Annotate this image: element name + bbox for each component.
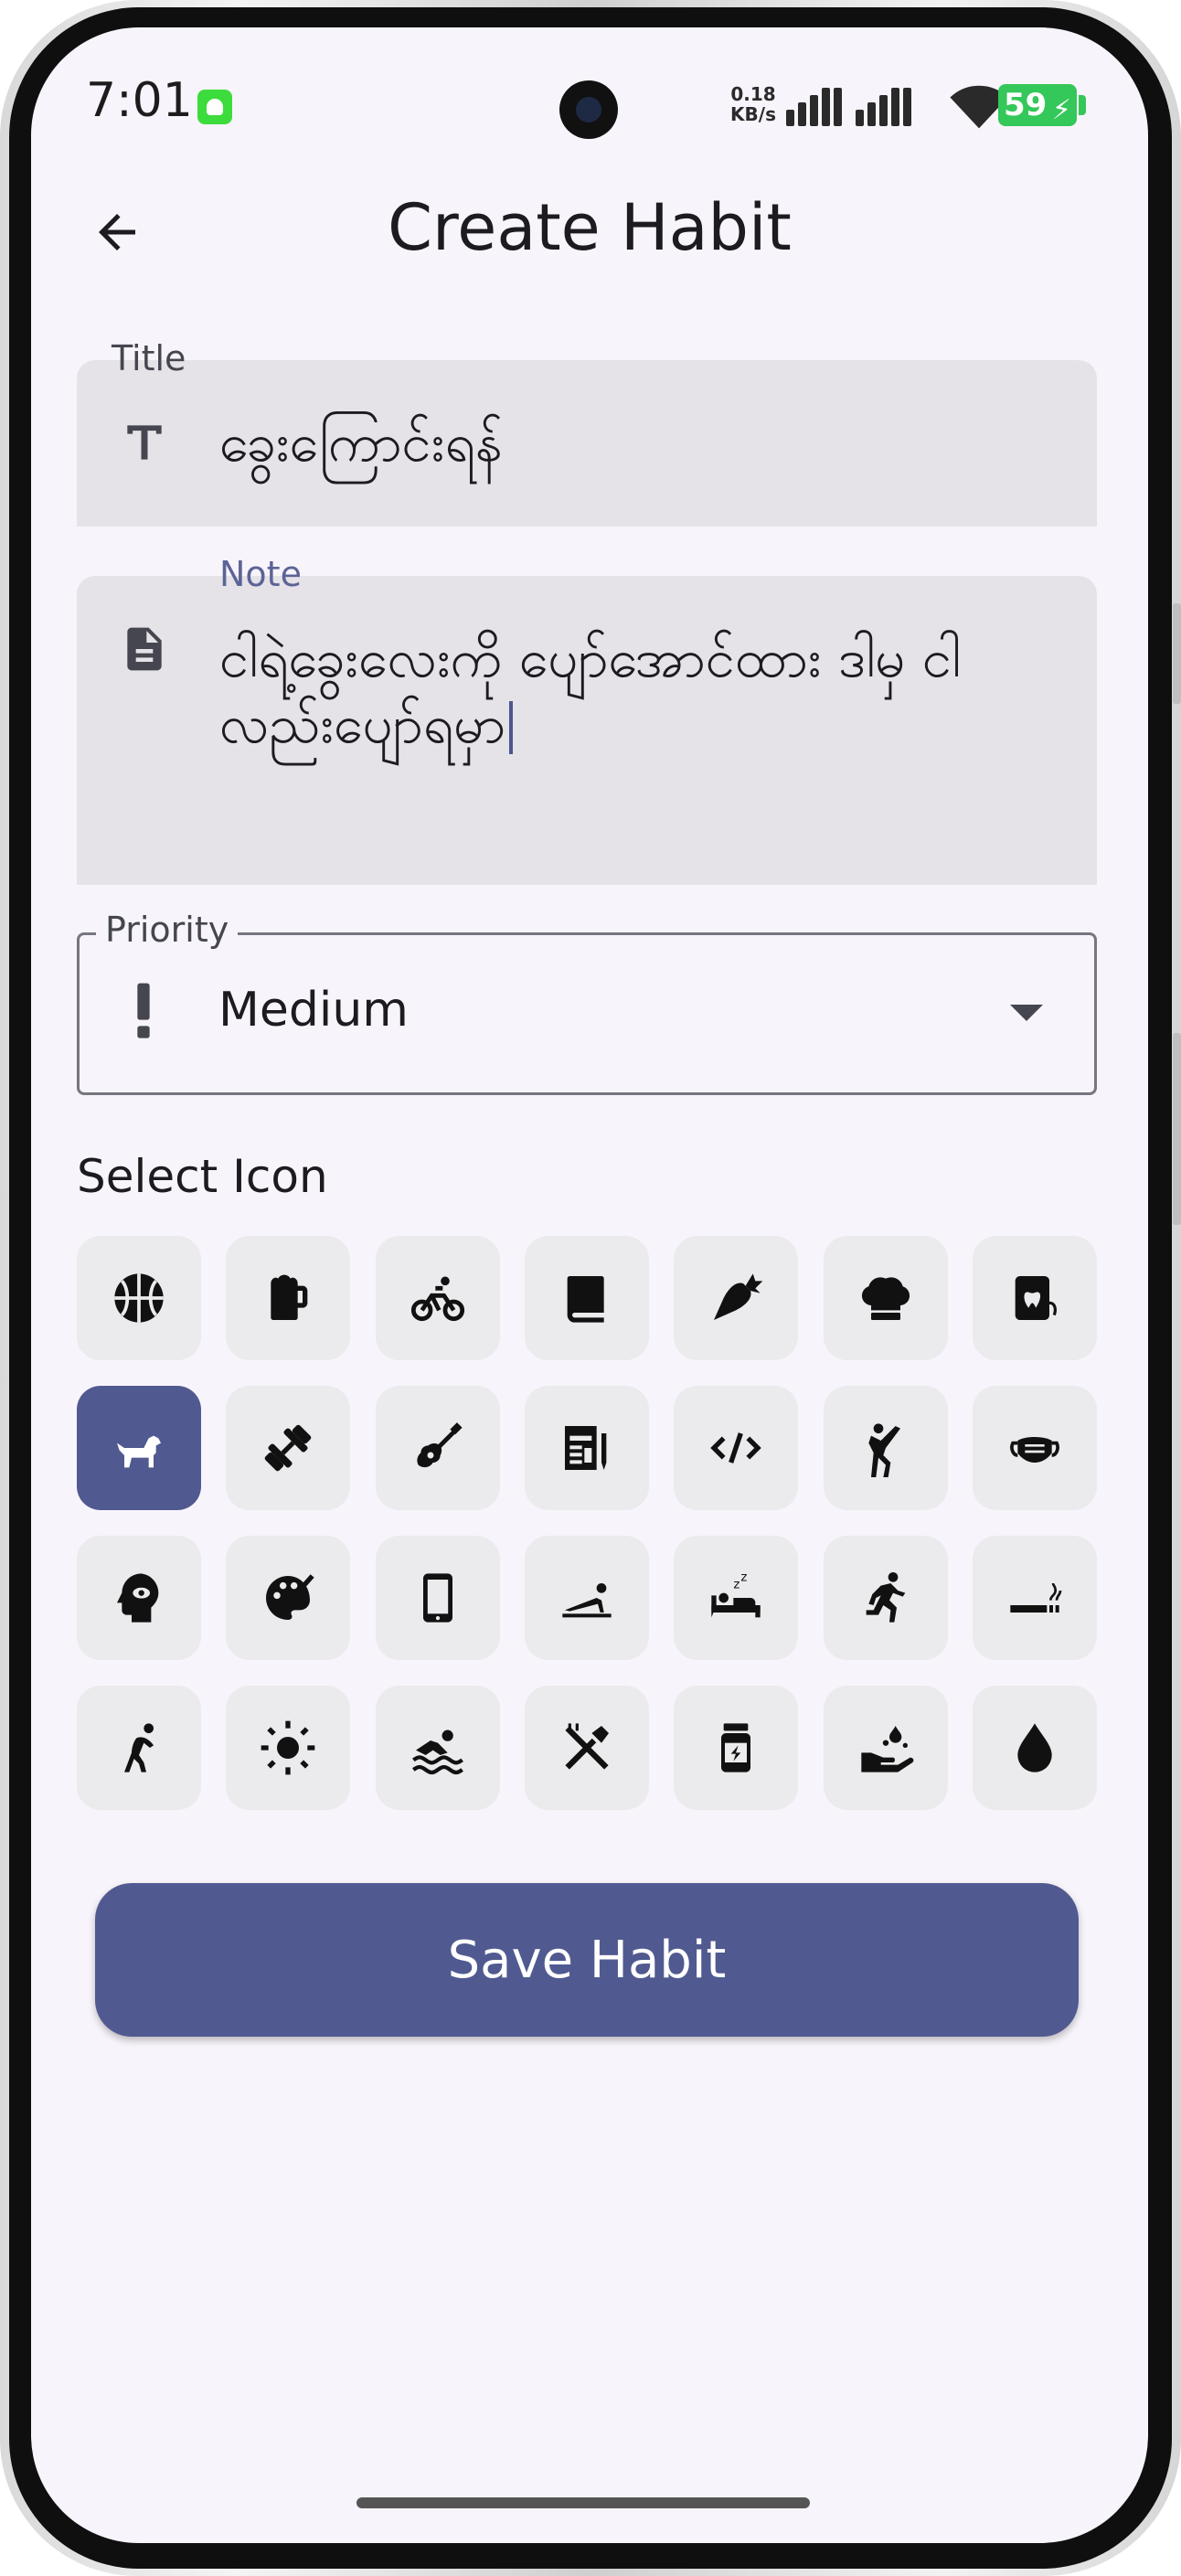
text-cursor [509, 700, 514, 754]
power-button [1173, 1033, 1181, 1225]
chef-hat-icon [861, 1277, 910, 1320]
icon-grid: zz [77, 1236, 1097, 1810]
icon-option-sun[interactable] [226, 1686, 351, 1810]
icon-option-karate[interactable] [823, 1386, 948, 1510]
icon-option-carrot[interactable] [674, 1236, 799, 1360]
app-screen: 7:01 0.18 KB/s 59 ⚡ Create Habit Title ခ… [31, 27, 1148, 2543]
icon-option-beer[interactable] [226, 1236, 351, 1360]
brush-teeth-icon [565, 1723, 609, 1770]
title-label: Title [112, 338, 186, 378]
note-label: Note [219, 554, 302, 594]
dog-icon [117, 1435, 161, 1468]
title-input[interactable]: ခွေးကြောင်းရန် [219, 410, 1060, 475]
battery-level: 59 [1004, 87, 1048, 123]
code-icon [710, 1432, 762, 1464]
battery-charging-icon: 59 ⚡ [998, 84, 1086, 126]
guitar-icon [417, 1422, 463, 1468]
pushup-icon [562, 1583, 612, 1618]
home-indicator[interactable] [356, 2497, 810, 2508]
svg-text:z: z [741, 1570, 748, 1584]
priority-selected-value: Medium [218, 983, 409, 1038]
volume-button [1173, 603, 1181, 704]
stretching-icon [124, 1723, 154, 1772]
signal-icon [856, 86, 912, 126]
mind-icon [117, 1573, 159, 1623]
icon-option-journal[interactable] [524, 1386, 649, 1510]
basketball-icon [114, 1273, 164, 1323]
note-text: ငါရဲ့ခွေးလေးကို ပျော်အောင်ထား ဒါမှ ငါလည်… [219, 627, 962, 755]
page-title: Create Habit [388, 190, 792, 265]
icon-option-face-mask[interactable] [972, 1386, 1097, 1510]
net-speed-unit: KB/s [730, 103, 776, 125]
sleep-icon: zz [711, 1570, 761, 1618]
dental-floss-icon [1015, 1276, 1057, 1320]
icon-option-mind[interactable] [77, 1536, 201, 1660]
icon-option-vitamin-bottle[interactable] [674, 1686, 799, 1810]
net-speed-value: 0.18 [730, 83, 776, 105]
icon-option-basketball[interactable] [77, 1236, 201, 1360]
running-icon [866, 1572, 905, 1623]
exclamation-icon [116, 983, 171, 1038]
icon-option-chef-hat[interactable] [823, 1236, 948, 1360]
icon-option-book[interactable] [524, 1236, 649, 1360]
icon-option-dumbbell[interactable] [226, 1386, 351, 1510]
status-bar: 7:01 0.18 KB/s 59 ⚡ [31, 27, 1148, 165]
icon-option-pushup[interactable] [524, 1536, 649, 1660]
phone-frame: 7:01 0.18 KB/s 59 ⚡ Create Habit Title ခ… [0, 0, 1181, 2576]
android-icon [197, 90, 232, 124]
icon-option-smartphone[interactable] [375, 1536, 500, 1660]
icon-option-bicycle[interactable] [375, 1236, 500, 1360]
smartphone-icon [422, 1573, 452, 1623]
net-speed: 0.18 KB/s [726, 84, 781, 124]
palette-icon [266, 1574, 314, 1620]
note-field[interactable]: Note ငါရဲ့ခွေးလေးကို ပျော်အောင်ထား ဒါမှ … [77, 554, 1097, 885]
watering-hand-icon [860, 1726, 914, 1772]
smoking-icon [1010, 1582, 1062, 1613]
title-field[interactable]: Title ခွေးကြောင်းရန် [77, 338, 1097, 527]
signal-icon [786, 86, 843, 126]
icon-option-watering-hand[interactable] [823, 1686, 948, 1810]
icon-option-running[interactable] [823, 1536, 948, 1660]
icon-option-brush-teeth[interactable] [524, 1686, 649, 1810]
priority-label: Priority [96, 910, 239, 950]
front-camera [559, 80, 618, 139]
note-input[interactable]: ငါရဲ့ခွေးလေးကို ပျော်အောင်ထား ဒါမှ ငါလည်… [219, 625, 1060, 757]
bicycle-icon [410, 1276, 464, 1322]
icon-option-dental-floss[interactable] [972, 1236, 1097, 1360]
priority-dropdown[interactable]: Priority Medium [77, 910, 1097, 1095]
book-icon [567, 1276, 604, 1323]
status-time: 7:01 [86, 73, 193, 128]
text-title-icon [117, 415, 172, 470]
icon-option-dog[interactable] [77, 1386, 201, 1510]
select-icon-label: Select Icon [77, 1150, 328, 1203]
charging-bolt-icon: ⚡ [1051, 94, 1071, 126]
icon-option-guitar[interactable] [375, 1386, 500, 1510]
icon-option-palette[interactable] [226, 1536, 351, 1660]
icon-option-code[interactable] [674, 1386, 799, 1510]
sun-icon [261, 1720, 315, 1775]
dumbbell-icon [265, 1424, 312, 1472]
karate-icon [867, 1423, 900, 1477]
dropdown-arrow-icon [1010, 1005, 1043, 1021]
swimming-icon [411, 1730, 463, 1775]
beer-icon [271, 1274, 308, 1320]
vitamin-bottle-icon [721, 1723, 751, 1772]
icon-option-sleep[interactable]: zz [674, 1536, 799, 1660]
journal-icon [564, 1426, 607, 1470]
save-habit-button[interactable]: Save Habit [95, 1883, 1079, 2037]
note-document-icon [117, 622, 172, 676]
icon-option-water-drop[interactable] [972, 1686, 1097, 1810]
icon-option-stretching[interactable] [77, 1686, 201, 1810]
carrot-icon [714, 1273, 763, 1320]
icon-option-swimming[interactable] [375, 1686, 500, 1810]
water-drop-icon [1017, 1723, 1052, 1772]
icon-option-smoking[interactable] [972, 1536, 1097, 1660]
face-mask-icon [1010, 1437, 1059, 1463]
svg-text:z: z [734, 1578, 740, 1591]
